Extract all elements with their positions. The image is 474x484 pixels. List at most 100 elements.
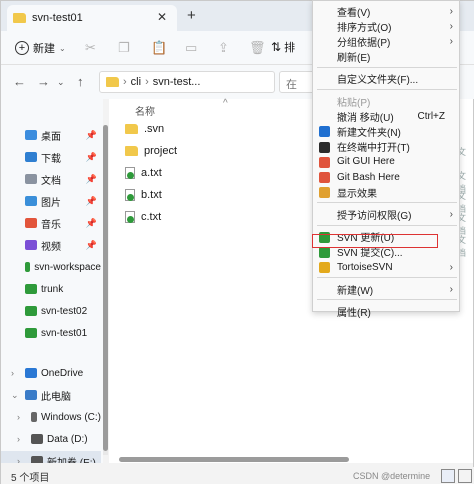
menu-item-v[interactable]: 查看(V) › xyxy=(313,3,459,19)
menu-item-svn-u[interactable]: SVN 更新(U) xyxy=(313,229,459,245)
sort-button[interactable]: ⇅ 排 xyxy=(271,39,295,55)
sidebar-item[interactable]: › 新加卷 (E:) xyxy=(1,451,101,463)
menu-item-label: 属性(R) xyxy=(337,307,371,319)
drive-icon xyxy=(31,412,37,422)
menu-item-label: 自定义文件夹(F)... xyxy=(337,75,419,87)
menu-item-u[interactable]: 撤消 移动(U) Ctrl+Z xyxy=(313,108,459,124)
menu-item-label: SVN 更新(U) xyxy=(337,233,395,245)
expand-chevron-icon[interactable]: ⌄ xyxy=(11,390,19,401)
forward-arrow-icon[interactable]: → xyxy=(37,74,50,89)
sidebar-item-label: svn-workspace xyxy=(34,261,101,273)
scrollbar-thumb[interactable] xyxy=(103,125,108,451)
file-name: c.txt xyxy=(141,211,162,223)
menu-item-n[interactable]: 新建文件夹(N) xyxy=(313,123,459,139)
menu-item[interactable]: 显示效果 xyxy=(313,184,459,200)
breadcrumb-item[interactable]: cli xyxy=(131,76,141,88)
menu-item-w[interactable]: 新建(W) › xyxy=(313,281,459,297)
file-name: project xyxy=(144,145,178,157)
cut-icon[interactable]: ✂ xyxy=(85,40,96,56)
menu-item-label: 显示效果 xyxy=(337,188,377,200)
close-icon[interactable]: ✕ xyxy=(157,10,167,24)
sidebar-item[interactable]: 图片 📌 xyxy=(1,191,101,211)
sidebar-item-label: 桌面 xyxy=(41,131,61,143)
expand-chevron-icon[interactable]: › xyxy=(17,412,20,422)
new-button-label: 新建 xyxy=(33,43,55,55)
submenu-arrow-icon: › xyxy=(449,208,453,220)
sidebar-item[interactable]: 桌面 📌 xyxy=(1,125,101,145)
share-icon[interactable]: ⇪ xyxy=(218,40,229,56)
display-effects-icon xyxy=(319,187,330,199)
sidebar-item[interactable]: trunk xyxy=(1,279,101,299)
music-icon xyxy=(25,218,37,228)
add-tab-button[interactable]: + xyxy=(187,7,196,24)
new-button[interactable]: + 新建 ⌄ xyxy=(15,38,66,58)
back-arrow-icon[interactable]: ← xyxy=(13,74,26,89)
sidebar-item[interactable]: svn-workspace xyxy=(1,257,101,277)
rename-icon[interactable]: ▭ xyxy=(185,40,197,56)
up-arrow-icon[interactable]: ↑ xyxy=(77,74,84,89)
details-view-button[interactable] xyxy=(441,469,455,483)
file-row[interactable]: b.txt xyxy=(125,185,162,205)
menu-item-tortoisesvn[interactable]: TortoiseSVN › xyxy=(313,259,459,275)
horizontal-scrollbar[interactable] xyxy=(119,457,349,462)
sidebar-item[interactable]: › OneDrive xyxy=(1,363,101,383)
menu-item-o[interactable]: 排序方式(O) › xyxy=(313,18,459,34)
menu-item-label: 粘贴(P) xyxy=(337,97,371,109)
menu-item-git-bash-here[interactable]: Git Bash Here xyxy=(313,169,459,185)
context-menu: 查看(V) › 排序方式(O) › 分组依据(P) › 刷新(E) 自定义文件夹(F)... 粘… xyxy=(312,0,460,319)
menu-separator xyxy=(317,224,457,226)
menu-item-label: 刷新(E) xyxy=(337,53,371,65)
file-row[interactable]: project xyxy=(125,141,177,161)
sort-label: 排 xyxy=(284,42,296,54)
menu-item-t[interactable]: 在终端中打开(T) xyxy=(313,139,459,155)
pictures-icon xyxy=(25,196,37,206)
sidebar-scrollbar[interactable] xyxy=(103,125,108,455)
file-row[interactable]: a.txt xyxy=(125,163,162,183)
menu-item-label: Git Bash Here xyxy=(337,171,400,183)
file-row[interactable]: c.txt xyxy=(125,207,161,227)
desktop-icon xyxy=(25,130,37,140)
tiles-view-button[interactable] xyxy=(458,469,472,483)
sidebar-item-label: OneDrive xyxy=(41,367,84,379)
sidebar-item[interactable]: svn-test02 xyxy=(1,301,101,321)
menu-item-f[interactable]: 自定义文件夹(F)... xyxy=(313,71,459,87)
tab-title: svn-test01 xyxy=(32,12,83,24)
menu-item-g[interactable]: 授予访问权限(G) › xyxy=(313,206,459,222)
menu-item-p[interactable]: 分组依据(P) › xyxy=(313,33,459,49)
svn-folder-icon xyxy=(25,284,37,294)
sidebar-item[interactable]: ⌄ 此电脑 xyxy=(1,385,101,405)
sidebar-item[interactable]: svn-test01 xyxy=(1,323,101,343)
folder-icon xyxy=(125,146,138,156)
sidebar-item[interactable]: › Windows (C:) xyxy=(1,407,101,427)
sidebar-item[interactable]: 下载 📌 xyxy=(1,147,101,167)
menu-item-r[interactable]: 属性(R) xyxy=(313,303,459,319)
expand-chevron-icon[interactable]: › xyxy=(11,368,14,378)
file-row[interactable]: .svn xyxy=(125,119,164,139)
menu-item-git-gui-here[interactable]: Git GUI Here xyxy=(313,154,459,170)
breadcrumb-separator: › xyxy=(145,76,149,88)
delete-icon[interactable]: 🗑 xyxy=(249,40,266,56)
chevron-down-icon: ⌄ xyxy=(59,43,66,53)
chevron-down-icon[interactable]: ⌄ xyxy=(57,77,65,88)
sidebar-item[interactable]: 音乐 📌 xyxy=(1,213,101,233)
pin-icon: 📌 xyxy=(85,217,97,228)
copy-icon[interactable]: ❐ xyxy=(118,40,130,56)
sidebar-item[interactable]: 文档 📌 xyxy=(1,169,101,189)
breadcrumb-item[interactable]: svn-test... xyxy=(153,76,201,88)
sidebar-item-label: 图片 xyxy=(41,197,61,209)
expand-chevron-icon[interactable]: › xyxy=(17,434,20,444)
sidebar-item[interactable]: › Data (D:) xyxy=(1,429,101,449)
column-header-name[interactable]: 名称 xyxy=(135,103,155,118)
menu-item-svn-c[interactable]: SVN 提交(C)... xyxy=(313,244,459,260)
sidebar-item-label: 音乐 xyxy=(41,219,61,231)
document-icon xyxy=(25,174,37,184)
sidebar-item-label: Windows (C:) xyxy=(40,411,101,423)
submenu-arrow-icon: › xyxy=(449,20,453,32)
paste-icon[interactable]: 📋 xyxy=(151,40,167,56)
tab-svn-test01[interactable]: svn-test01 ✕ xyxy=(7,5,177,31)
sidebar-item[interactable]: 视频 📌 xyxy=(1,235,101,255)
menu-item-e[interactable]: 刷新(E) xyxy=(313,49,459,65)
download-icon xyxy=(25,152,37,162)
address-bar[interactable]: › cli › svn-test... xyxy=(99,71,275,93)
expand-chevron-icon[interactable]: › xyxy=(17,456,20,463)
